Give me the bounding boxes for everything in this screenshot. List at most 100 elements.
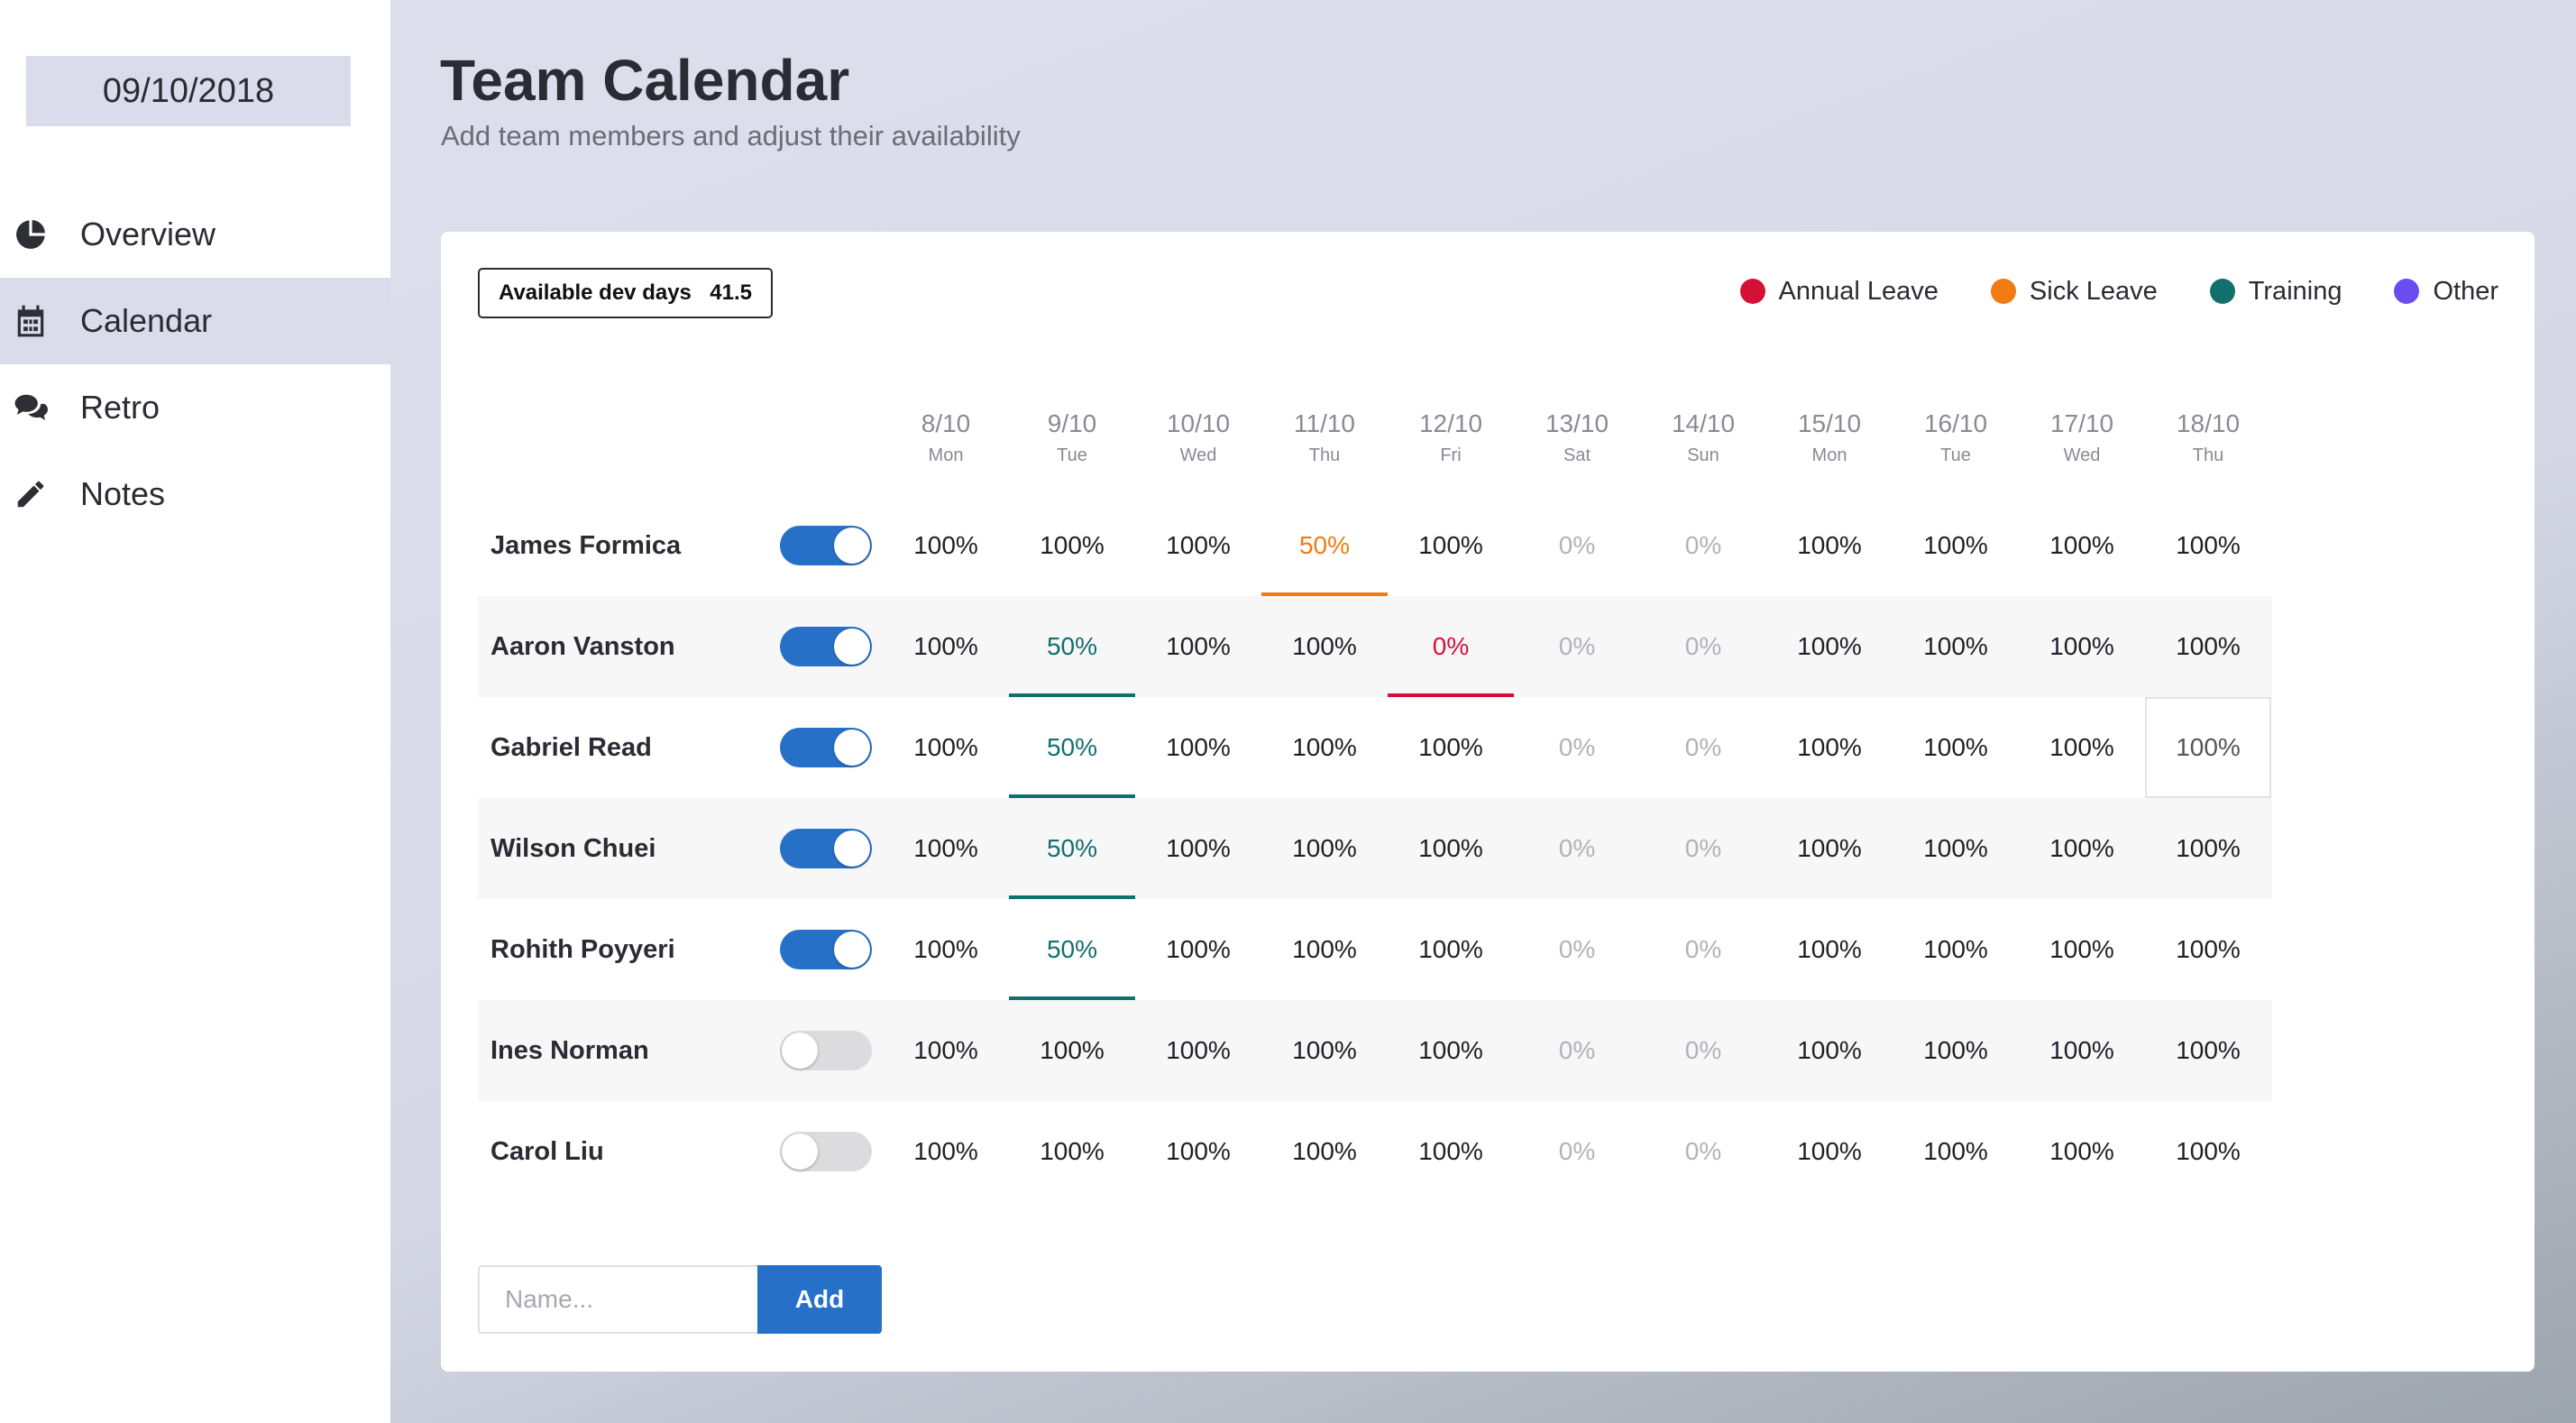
availability-cell[interactable]: 0% (1640, 495, 1766, 596)
availability-cell[interactable]: 100% (2019, 1101, 2145, 1202)
member-active-toggle[interactable] (780, 1031, 872, 1070)
availability-cell[interactable]: 100% (1135, 495, 1261, 596)
availability-cell[interactable]: 100% (1893, 1101, 2019, 1202)
availability-value: 100% (1292, 632, 1357, 660)
availability-cell[interactable]: 50% (1009, 798, 1135, 899)
availability-cell[interactable]: 100% (883, 495, 1009, 596)
member-active-toggle[interactable] (780, 526, 872, 565)
availability-cell[interactable]: 100% (1388, 798, 1514, 899)
sidebar-item-retro[interactable]: Retro (0, 364, 390, 451)
availability-cell[interactable]: 100% (1766, 1000, 1893, 1101)
availability-cell[interactable]: 0% (1640, 697, 1766, 798)
availability-value: 100% (2049, 632, 2114, 660)
availability-cell[interactable]: 100% (2145, 1000, 2271, 1101)
date-header-date: 10/10 (1166, 409, 1231, 437)
availability-cell[interactable]: 0% (1388, 596, 1514, 697)
availability-cell[interactable]: 100% (1009, 1000, 1135, 1101)
availability-cell[interactable]: 50% (1009, 899, 1135, 1000)
member-name-input[interactable] (478, 1265, 757, 1334)
availability-cell[interactable]: 100% (1893, 495, 2019, 596)
sidebar-item-calendar[interactable]: Calendar (0, 278, 390, 364)
date-header: 9/10 Tue (1009, 382, 1135, 495)
availability-cell[interactable]: 100% (2019, 899, 2145, 1000)
toggle-knob (782, 1033, 818, 1069)
availability-cell[interactable]: 100% (883, 899, 1009, 1000)
availability-cell[interactable]: 100% (2145, 798, 2271, 899)
availability-cell[interactable]: 100% (1893, 899, 2019, 1000)
availability-cell[interactable]: 50% (1009, 596, 1135, 697)
availability-cell[interactable]: 100% (883, 596, 1009, 697)
availability-cell[interactable]: 100% (2145, 1101, 2271, 1202)
availability-cell[interactable]: 0% (1514, 899, 1640, 1000)
availability-cell[interactable]: 100% (883, 697, 1009, 798)
availability-cell[interactable]: 100% (1135, 596, 1261, 697)
availability-cell[interactable]: 100% (1766, 798, 1893, 899)
member-active-toggle[interactable] (780, 1132, 872, 1171)
availability-cell[interactable]: 100% (2019, 697, 2145, 798)
availability-cell[interactable]: 100% (1261, 798, 1388, 899)
availability-cell[interactable]: 100% (1893, 697, 2019, 798)
availability-cell[interactable]: 100% (1388, 899, 1514, 1000)
availability-cell[interactable]: 100% (1135, 1101, 1261, 1202)
availability-cell[interactable]: 100% (1261, 1101, 1388, 1202)
availability-cell[interactable]: 100% (1766, 899, 1893, 1000)
availability-cell[interactable]: 0% (1514, 1000, 1640, 1101)
availability-cell[interactable]: 100% (1261, 697, 1388, 798)
availability-cell[interactable]: 100% (883, 798, 1009, 899)
availability-cell[interactable]: 100% (1009, 495, 1135, 596)
availability-cell[interactable]: 100% (1388, 697, 1514, 798)
availability-cell[interactable]: 100% (1766, 495, 1893, 596)
availability-cell[interactable]: 50% (1261, 495, 1388, 596)
availability-cell[interactable]: 100% (1388, 495, 1514, 596)
availability-cell[interactable]: 0% (1640, 1000, 1766, 1101)
legend-label: Annual Leave (1778, 276, 1939, 306)
availability-cell[interactable]: 0% (1640, 1101, 1766, 1202)
availability-cell[interactable]: 100% (1009, 1101, 1135, 1202)
availability-cell[interactable]: 100% (1893, 798, 2019, 899)
availability-cell[interactable]: 100% (1135, 798, 1261, 899)
availability-cell[interactable]: 0% (1640, 596, 1766, 697)
availability-cell[interactable]: 0% (1514, 1101, 1640, 1202)
availability-cell[interactable]: 0% (1514, 495, 1640, 596)
availability-cell[interactable]: 100% (2145, 495, 2271, 596)
availability-cell[interactable]: 100% (1893, 596, 2019, 697)
availability-cell[interactable]: 100% (2019, 1000, 2145, 1101)
availability-cell[interactable]: 100% (883, 1000, 1009, 1101)
availability-cell[interactable]: 50% (1009, 697, 1135, 798)
availability-cell[interactable]: 100% (883, 1101, 1009, 1202)
sidebar-item-overview[interactable]: Overview (0, 191, 390, 278)
availability-cell[interactable]: 100% (1261, 899, 1388, 1000)
availability-cell[interactable]: 100% (2019, 495, 2145, 596)
availability-cell[interactable]: 100% (2145, 596, 2271, 697)
add-member-button[interactable]: Add (757, 1265, 882, 1334)
availability-cell[interactable]: 100% (2019, 798, 2145, 899)
availability-cell[interactable]: 100% (1261, 596, 1388, 697)
availability-cell[interactable]: 100% (2019, 596, 2145, 697)
availability-cell[interactable]: 0% (1514, 798, 1640, 899)
member-active-toggle[interactable] (780, 829, 872, 868)
availability-cell[interactable]: 0% (1514, 596, 1640, 697)
availability-value: 100% (913, 632, 978, 660)
availability-cell[interactable]: 100% (1261, 1000, 1388, 1101)
member-active-toggle[interactable] (780, 930, 872, 969)
legend-sick-leave: Sick Leave (1990, 277, 2158, 307)
available-dev-days-badge: Available dev days 41.5 (478, 268, 773, 318)
member-active-toggle[interactable] (780, 627, 872, 666)
availability-cell[interactable]: 0% (1640, 798, 1766, 899)
availability-cell[interactable]: 100% (1135, 1000, 1261, 1101)
availability-cell[interactable]: 100% (1893, 1000, 2019, 1101)
availability-cell[interactable]: 100% (2145, 899, 2271, 1000)
member-active-toggle[interactable] (780, 728, 872, 767)
availability-cell[interactable]: 100% (1388, 1101, 1514, 1202)
availability-cell[interactable]: 100% (1135, 697, 1261, 798)
availability-cell[interactable]: 100% (2145, 697, 2271, 798)
availability-cell[interactable]: 100% (1388, 1000, 1514, 1101)
availability-cell[interactable]: 100% (1766, 1101, 1893, 1202)
date-header: 13/10 Sat (1514, 382, 1640, 495)
availability-cell[interactable]: 100% (1766, 697, 1893, 798)
availability-cell[interactable]: 100% (1766, 596, 1893, 697)
sidebar-item-notes[interactable]: Notes (0, 451, 390, 537)
availability-cell[interactable]: 100% (1135, 899, 1261, 1000)
availability-cell[interactable]: 0% (1640, 899, 1766, 1000)
availability-cell[interactable]: 0% (1514, 697, 1640, 798)
